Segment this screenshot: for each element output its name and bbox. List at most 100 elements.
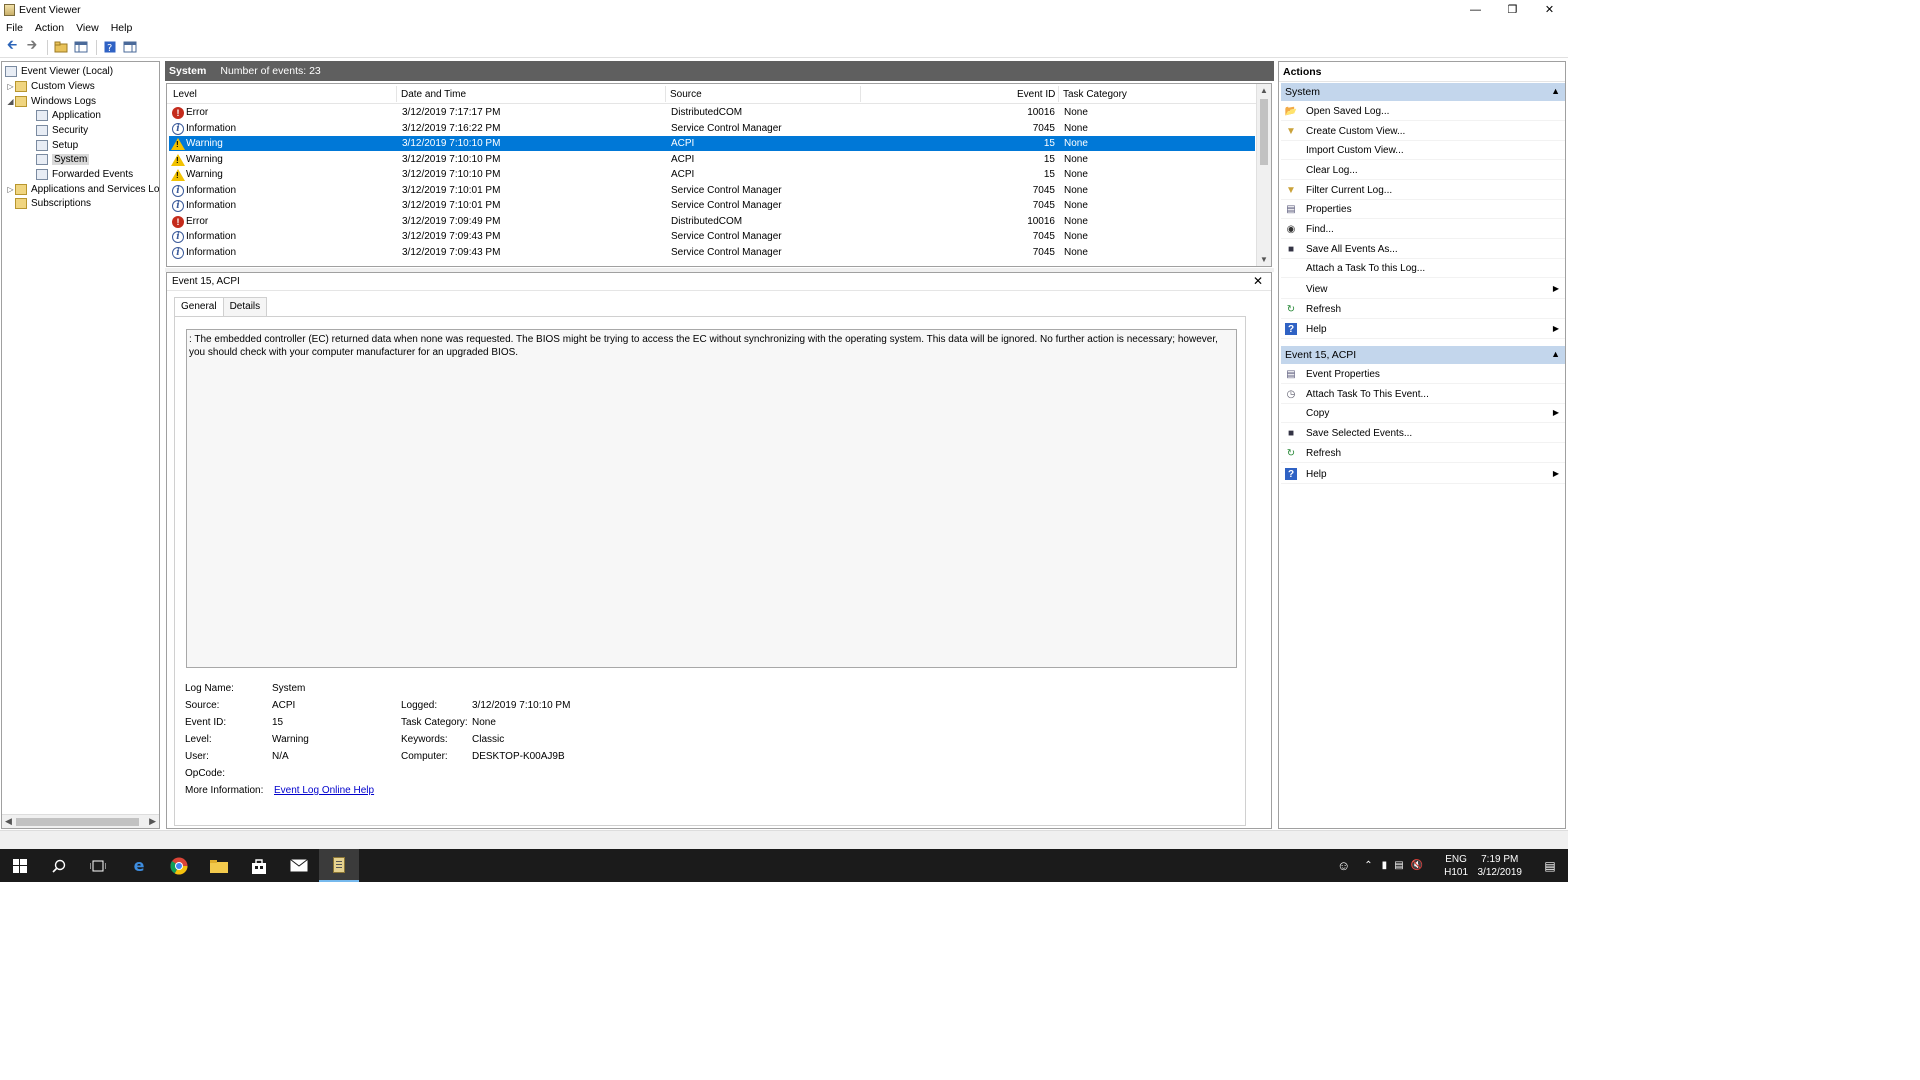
filter-icon: ▼: [1286, 184, 1296, 196]
table-row[interactable]: i Information 3/12/2019 7:10:01 PM Service …: [169, 198, 1255, 213]
tab-details[interactable]: Details: [222, 297, 268, 317]
input-language[interactable]: ENG H101: [1444, 853, 1468, 879]
action-item[interactable]: ◉ Find...: [1281, 220, 1565, 239]
action-item[interactable]: View ▶: [1281, 280, 1565, 299]
tree-item-system[interactable]: System: [36, 152, 90, 166]
expand-arrow-icon[interactable]: ▷: [6, 82, 15, 91]
refresh-icon: ↻: [1286, 447, 1296, 459]
action-item[interactable]: ◷ Attach Task To This Event...: [1281, 385, 1565, 404]
action-item[interactable]: Clear Log...: [1281, 161, 1565, 180]
collapse-caret-icon[interactable]: ▲: [1551, 349, 1560, 359]
scroll-left-icon[interactable]: ◀: [5, 816, 12, 827]
table-row[interactable]: i Information 3/12/2019 7:09:43 PM Service …: [169, 229, 1255, 244]
menu-action[interactable]: Action: [29, 22, 70, 34]
tree-item-custom-views[interactable]: ▷ Custom Views: [6, 79, 95, 93]
scrollbar-thumb[interactable]: [16, 818, 139, 826]
collapse-caret-icon[interactable]: ▲: [1551, 86, 1560, 96]
menu-file[interactable]: File: [0, 22, 29, 34]
column-separator[interactable]: [396, 86, 397, 102]
forward-arrow-icon[interactable]: 🡲: [23, 37, 41, 56]
action-item[interactable]: ▼ Filter Current Log...: [1281, 181, 1565, 200]
tab-general[interactable]: General: [174, 297, 224, 317]
action-center-icon[interactable]: ▤: [1532, 849, 1568, 882]
action-item[interactable]: Copy ▶: [1281, 404, 1565, 423]
event-viewer-taskbar-icon[interactable]: [319, 849, 359, 882]
scroll-down-icon[interactable]: ▼: [1260, 255, 1268, 264]
scroll-right-icon[interactable]: ▶: [149, 816, 156, 827]
column-separator[interactable]: [1058, 86, 1059, 102]
column-task-category[interactable]: Task Category: [1063, 89, 1127, 100]
column-separator[interactable]: [860, 86, 861, 102]
menu-view[interactable]: View: [70, 22, 105, 34]
mail-icon[interactable]: [279, 849, 319, 882]
edge-browser-icon[interactable]: e: [119, 849, 159, 882]
show-hide-action-pane-icon[interactable]: [121, 39, 139, 56]
action-item[interactable]: Import Custom View...: [1281, 141, 1565, 160]
tree-item-apps-services[interactable]: ▷ Applications and Services Lo: [6, 182, 159, 196]
action-item[interactable]: ? Help ▶: [1281, 320, 1565, 339]
table-row[interactable]: i Information 3/12/2019 7:09:43 PM Service …: [169, 245, 1255, 260]
action-item[interactable]: ▼ Create Custom View...: [1281, 122, 1565, 141]
tree-item-forwarded-events[interactable]: Forwarded Events: [36, 167, 133, 181]
actions-section-system[interactable]: System ▲: [1281, 83, 1565, 101]
show-hidden-icons-icon[interactable]: ⌃: [1364, 860, 1372, 871]
battery-icon[interactable]: ▮: [1382, 860, 1388, 871]
table-row[interactable]: Warning 3/12/2019 7:10:10 PM ACPI None 15: [169, 167, 1255, 182]
event-log-online-help-link[interactable]: Event Log Online Help: [274, 785, 374, 796]
collapse-arrow-icon[interactable]: ◢: [6, 97, 15, 106]
restore-button[interactable]: ❐: [1494, 0, 1531, 19]
tree-item-setup[interactable]: Setup: [36, 138, 78, 152]
table-row[interactable]: Warning 3/12/2019 7:10:10 PM ACPI None 15: [169, 152, 1255, 167]
action-item[interactable]: Attach a Task To this Log...: [1281, 259, 1565, 278]
action-item[interactable]: ▤ Properties: [1281, 200, 1565, 219]
action-item[interactable]: ↻ Refresh: [1281, 444, 1565, 463]
action-item[interactable]: ↻ Refresh: [1281, 300, 1565, 319]
show-hide-console-tree-icon[interactable]: [72, 39, 90, 56]
back-arrow-icon[interactable]: 🡰: [3, 37, 21, 56]
file-explorer-icon[interactable]: [199, 849, 239, 882]
table-row[interactable]: ! Error 3/12/2019 7:17:17 PM DistributedCOM…: [169, 105, 1255, 120]
close-button[interactable]: ✕: [1531, 0, 1568, 19]
table-row[interactable]: i Information 3/12/2019 7:10:01 PM Service …: [169, 183, 1255, 198]
vertical-scrollbar[interactable]: ▲ ▼: [1256, 84, 1271, 266]
up-folder-icon[interactable]: [52, 39, 70, 56]
help-icon[interactable]: ?: [101, 39, 119, 56]
column-date-time[interactable]: Date and Time: [401, 89, 466, 100]
event-description[interactable]: : The embedded controller (EC) returned …: [186, 329, 1237, 668]
task-view-icon[interactable]: [78, 849, 118, 882]
tree-item-subscriptions[interactable]: Subscriptions: [6, 196, 91, 210]
scroll-up-icon[interactable]: ▲: [1260, 86, 1268, 95]
action-item[interactable]: ▤ Event Properties: [1281, 365, 1565, 384]
network-icon[interactable]: ▤: [1394, 860, 1403, 871]
action-item[interactable]: ? Help ▶: [1281, 465, 1565, 484]
menu-help[interactable]: Help: [105, 22, 139, 34]
table-row[interactable]: ! Error 3/12/2019 7:09:49 PM DistributedCOM…: [169, 214, 1255, 229]
column-level[interactable]: Level: [173, 89, 197, 100]
action-item[interactable]: ■ Save Selected Events...: [1281, 424, 1565, 443]
clock[interactable]: 7:19 PM 3/12/2019: [1478, 853, 1523, 879]
scrollbar-thumb[interactable]: [1260, 99, 1268, 165]
people-icon[interactable]: ☺: [1337, 858, 1350, 873]
minimize-button[interactable]: —: [1457, 0, 1494, 19]
tree-item-application[interactable]: Application: [36, 108, 101, 122]
close-icon[interactable]: ✕: [1253, 274, 1263, 288]
column-source[interactable]: Source: [670, 89, 702, 100]
tree-item-windows-logs[interactable]: ◢ Windows Logs: [6, 94, 96, 108]
horizontal-scrollbar[interactable]: ◀ ▶: [2, 814, 159, 828]
table-row[interactable]: i Information 3/12/2019 7:16:22 PM Service …: [169, 121, 1255, 136]
table-row[interactable]: Warning 3/12/2019 7:10:10 PM ACPI None 15: [169, 136, 1255, 151]
column-separator[interactable]: [665, 86, 666, 102]
action-item[interactable]: 📂 Open Saved Log...: [1281, 102, 1565, 121]
chrome-icon[interactable]: [159, 849, 199, 882]
search-icon[interactable]: [39, 849, 79, 882]
volume-muted-icon[interactable]: 🔇: [1411, 860, 1423, 871]
column-event-id[interactable]: Event ID: [1017, 89, 1055, 100]
actions-section-event[interactable]: Event 15, ACPI ▲: [1281, 346, 1565, 364]
store-icon[interactable]: [239, 849, 279, 882]
action-item[interactable]: ■ Save All Events As...: [1281, 240, 1565, 259]
tree-item-security[interactable]: Security: [36, 123, 88, 137]
tree-item-root[interactable]: Event Viewer (Local): [5, 64, 113, 78]
cell-level: Information: [186, 246, 237, 258]
start-windows-icon[interactable]: [0, 849, 40, 882]
expand-arrow-icon[interactable]: ▷: [6, 185, 15, 194]
